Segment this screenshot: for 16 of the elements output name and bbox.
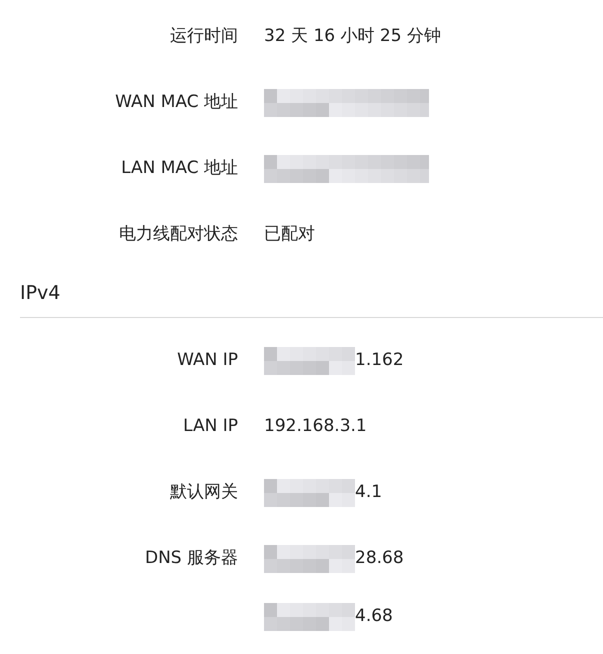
field-label: LAN MAC 地址	[121, 158, 238, 178]
field-value: 1.162	[355, 349, 404, 372]
field-label: 运行时间	[170, 26, 238, 46]
field-label: DNS 服务器	[144, 548, 238, 568]
field-value: 4.68	[355, 605, 393, 628]
section-heading: IPv4	[20, 284, 62, 303]
field-value: 192.168.3.1	[264, 415, 367, 438]
field-value: 已配对	[264, 223, 315, 246]
field-value: 32 天 16 小时 25 分钟	[264, 25, 441, 48]
field-label: 默认网关	[170, 482, 238, 502]
field-label: WAN MAC 地址	[115, 92, 238, 112]
field-label: 电力线配对状态	[119, 224, 238, 244]
field-value: 4.1	[355, 481, 382, 504]
field-value: 28.68	[355, 547, 404, 570]
field-label: LAN IP	[183, 416, 238, 436]
field-label: WAN IP	[177, 350, 238, 370]
